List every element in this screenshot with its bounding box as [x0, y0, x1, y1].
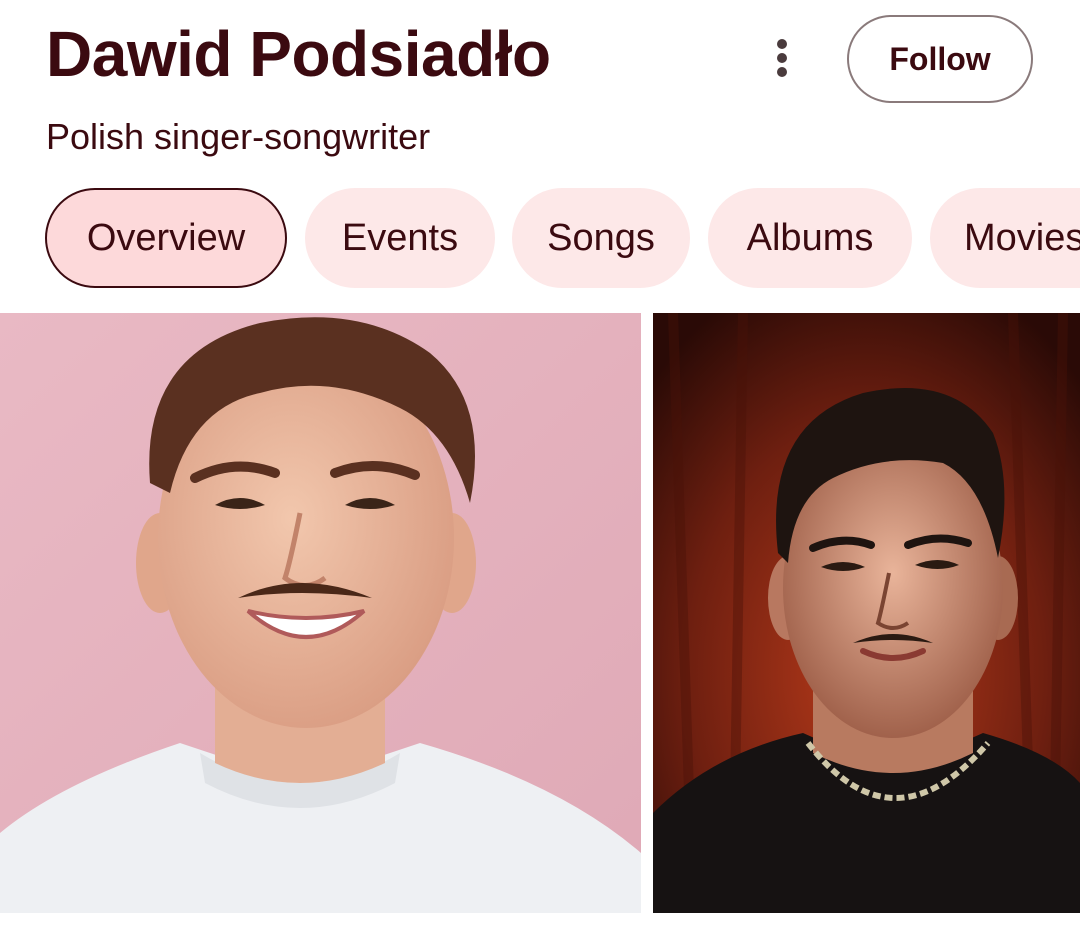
tab-overview[interactable]: Overview — [45, 188, 287, 288]
artist-photo-1[interactable] — [0, 313, 641, 913]
artist-photo-2[interactable] — [653, 313, 1080, 913]
page-title: Dawid Podsiadło — [46, 18, 551, 90]
tab-songs[interactable]: Songs — [512, 188, 690, 288]
follow-button[interactable]: Follow — [847, 15, 1033, 103]
tab-albums[interactable]: Albums — [708, 188, 912, 288]
tab-events[interactable]: Events — [305, 188, 495, 288]
page-subtitle: Polish singer-songwriter — [46, 116, 431, 157]
category-tabs: Overview Events Songs Albums Movies — [0, 188, 1080, 290]
more-options-button[interactable] — [760, 36, 804, 80]
more-vert-icon — [777, 39, 787, 77]
tab-movies[interactable]: Movies — [930, 188, 1080, 288]
